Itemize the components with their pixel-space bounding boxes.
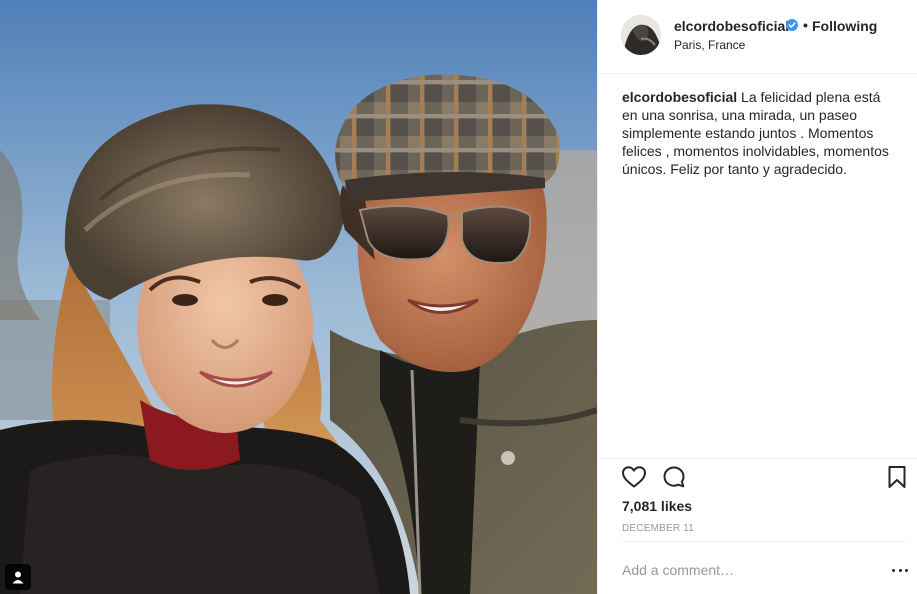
tagged-users-button[interactable]: [5, 564, 31, 590]
post-header: elcordobesoficial • Following Paris, Fra…: [598, 0, 917, 74]
heart-icon[interactable]: [621, 465, 647, 489]
more-dot: [905, 568, 908, 572]
more-options-icon[interactable]: [892, 561, 908, 579]
more-dot: [898, 568, 902, 572]
post-photo[interactable]: [0, 0, 597, 594]
post-date[interactable]: DECEMBER 11: [622, 523, 694, 534]
post-caption: elcordobesoficial La felicidad plena est…: [622, 88, 898, 178]
separator-dot: •: [803, 17, 808, 33]
comment-form: [622, 541, 908, 594]
more-dot: [892, 568, 895, 572]
bookmark-icon[interactable]: [887, 465, 907, 489]
avatar-image: [621, 15, 661, 55]
couple-selfie-image: [0, 0, 597, 594]
post-sidebar: elcordobesoficial • Following Paris, Fra…: [597, 0, 917, 594]
comment-icon[interactable]: [662, 465, 686, 489]
avatar[interactable]: [621, 15, 661, 55]
following-button[interactable]: Following: [812, 18, 877, 34]
actions-divider: [598, 458, 917, 459]
comment-input[interactable]: [622, 555, 872, 585]
verified-badge-icon: [786, 19, 798, 31]
username-link[interactable]: elcordobesoficial: [674, 18, 789, 34]
user-tag-icon: [12, 571, 24, 584]
likes-count[interactable]: 7,081 likes: [622, 498, 692, 514]
caption-username-link[interactable]: elcordobesoficial: [622, 89, 737, 105]
location-link[interactable]: Paris, France: [674, 38, 745, 52]
